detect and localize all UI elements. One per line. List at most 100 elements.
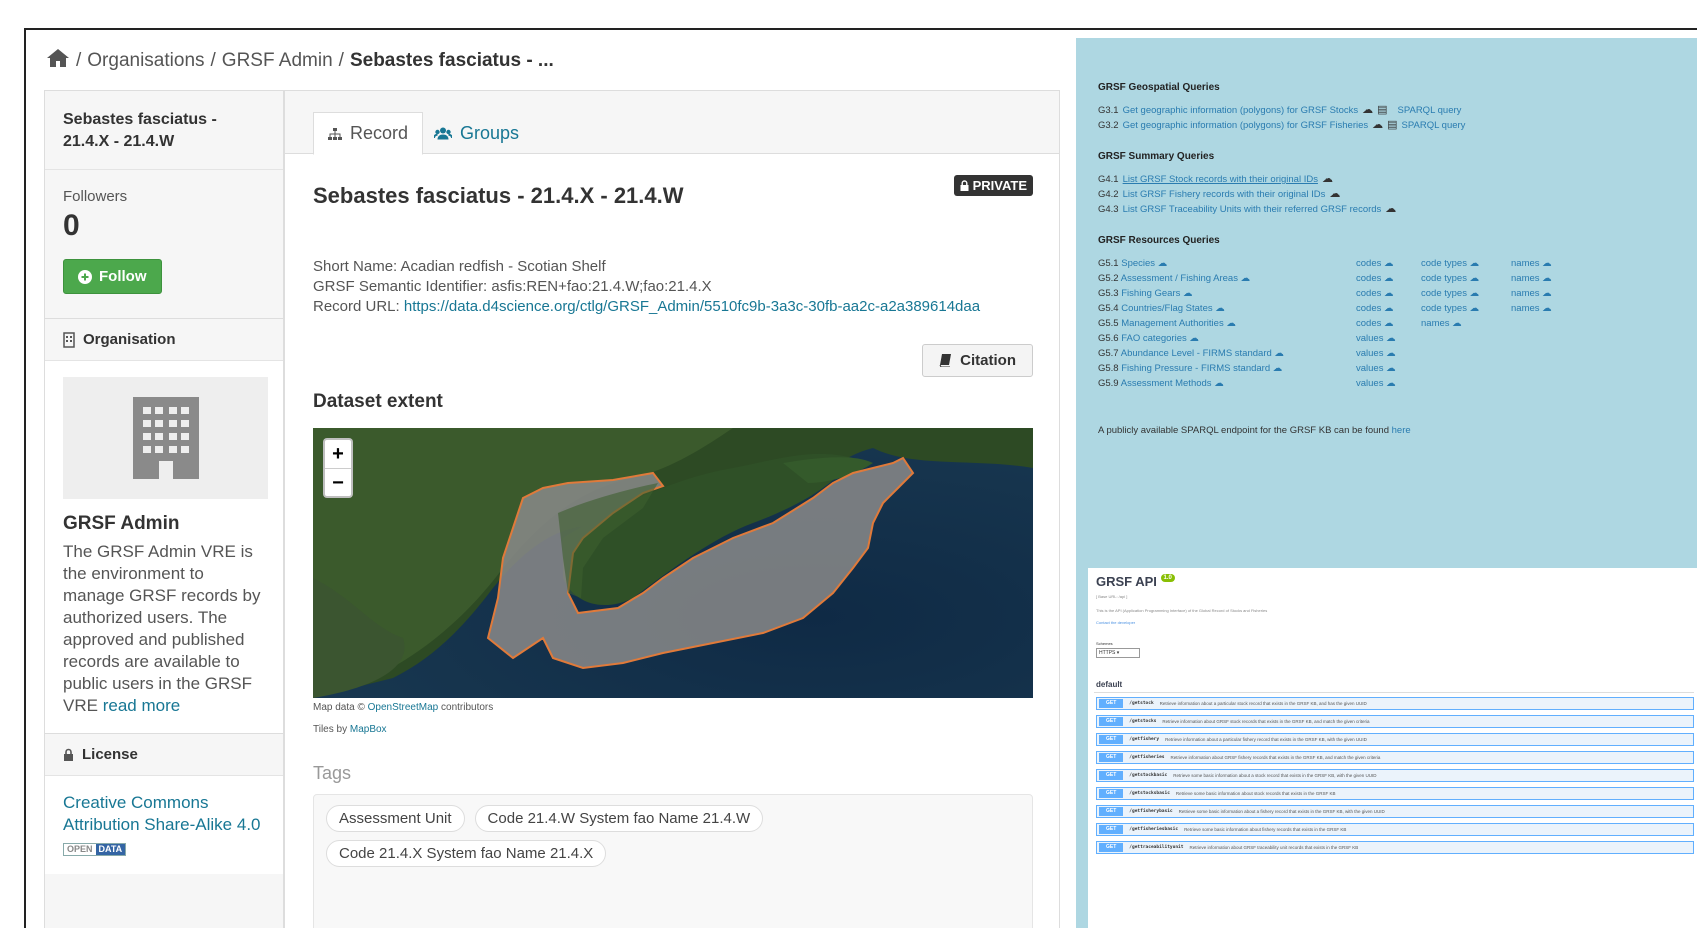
geospatial-queries-heading: GRSF Geospatial Queries xyxy=(1098,82,1220,93)
query-link[interactable]: List GRSF Stock records with their origi… xyxy=(1123,172,1318,187)
resource-code-types-link[interactable]: code types xyxy=(1421,273,1467,284)
resource-code-types-link[interactable]: code types xyxy=(1421,288,1467,299)
resource-link[interactable]: Assessment / Fishing Areas xyxy=(1121,273,1238,284)
api-operation[interactable]: GET/getfisherybasic Retrieve some basic i… xyxy=(1096,805,1694,818)
resource-row: G5.4 Countries/Flag States ☁ codes ☁ code … xyxy=(1098,303,1552,314)
resource-link[interactable]: Abundance Level - FIRMS standard xyxy=(1121,348,1272,359)
api-operation[interactable]: GET/getstock Retrieve information about a… xyxy=(1096,697,1694,710)
resource-names-link[interactable]: names xyxy=(1421,318,1450,329)
api-operation[interactable]: GET/getfisheriesbasic Retrieve some basic… xyxy=(1096,823,1694,836)
http-method-badge: GET xyxy=(1099,717,1124,726)
api-path: /getfisherybasic xyxy=(1129,809,1173,814)
sparql-query-link[interactable]: SPARQL query xyxy=(1398,103,1462,118)
resource-codes-link[interactable]: codes xyxy=(1356,258,1381,269)
tag-item[interactable]: Code 21.4.X System fao Name 21.4.X xyxy=(326,840,607,867)
api-operation[interactable]: GET/getfishery Retrieve information about… xyxy=(1096,733,1694,746)
private-badge-label: PRIVATE xyxy=(972,178,1027,193)
api-operation-desc: Retrieve information about a particular … xyxy=(1165,737,1367,742)
resource-codes-link[interactable]: codes xyxy=(1356,303,1381,314)
api-operation[interactable]: GET/getstocksbasic Retrieve some basic in… xyxy=(1096,787,1694,800)
resource-names-link[interactable]: names xyxy=(1511,273,1540,284)
sparql-endpoint-link[interactable]: here xyxy=(1392,425,1411,436)
resource-codes-link[interactable]: codes xyxy=(1356,273,1381,284)
organisation-description-text: The GRSF Admin VRE is the environment to… xyxy=(63,542,261,715)
api-operation[interactable]: GET/gettraceabilityunit Retrieve informat… xyxy=(1096,841,1694,854)
resource-values-link[interactable]: values xyxy=(1356,333,1383,344)
organisation-name[interactable]: GRSF Admin xyxy=(63,513,265,535)
queries-panel: GRSF Geospatial Queries G3.1 Get geograp… xyxy=(1076,38,1697,928)
map-attribution: Map data © OpenStreetMap contributors xyxy=(313,702,493,713)
http-method-badge: GET xyxy=(1099,843,1124,852)
zoom-in-button[interactable]: + xyxy=(325,440,351,468)
cloud-download-icon[interactable]: ☁ xyxy=(1385,202,1396,217)
resource-link[interactable]: FAO categories xyxy=(1121,333,1186,344)
query-row: G3.2 Get geographic information (polygon… xyxy=(1098,118,1697,133)
resource-row: G5.7 Abundance Level - FIRMS standard ☁ v… xyxy=(1098,348,1396,359)
tag-item[interactable]: Code 21.4.W System fao Name 21.4.W xyxy=(474,805,764,832)
resource-names-link[interactable]: names xyxy=(1511,258,1540,269)
cloud-download-icon[interactable]: ☁ xyxy=(1329,187,1340,202)
resource-link[interactable]: Assessment Methods xyxy=(1121,378,1212,389)
api-operation[interactable]: GET/getstocks Retrieve information about … xyxy=(1096,715,1694,728)
read-more-link[interactable]: read more xyxy=(103,696,180,715)
resource-link[interactable]: Fishing Pressure - FIRMS standard xyxy=(1121,363,1270,374)
organisation-section: GRSF Admin The GRSF Admin VRE is the env… xyxy=(45,361,283,733)
query-link[interactable]: List GRSF Traceability Units with their … xyxy=(1123,202,1382,217)
resource-names-link[interactable]: names xyxy=(1511,288,1540,299)
resource-values-link[interactable]: values xyxy=(1356,378,1383,389)
tag-item[interactable]: Assessment Unit xyxy=(326,805,465,832)
api-contact-link[interactable]: Contact the developer xyxy=(1096,620,1135,625)
record-url-row: Record URL: https://data.d4science.org/c… xyxy=(313,297,980,317)
cloud-download-icon[interactable]: ☁ xyxy=(1362,103,1373,118)
record-metadata: Short Name: Acadian redfish - Scotian Sh… xyxy=(313,257,980,317)
sparql-query-link[interactable]: SPARQL query xyxy=(1402,118,1466,133)
resource-link[interactable]: Species xyxy=(1121,258,1155,269)
document-icon[interactable]: ▤ xyxy=(1387,118,1397,133)
api-operation[interactable]: GET/getfisheries Retrieve information abo… xyxy=(1096,751,1694,764)
record-url-link[interactable]: https://data.d4science.org/ctlg/GRSF_Adm… xyxy=(404,298,980,315)
resource-codes-link[interactable]: codes xyxy=(1356,318,1381,329)
api-section-default[interactable]: default xyxy=(1096,680,1122,689)
resource-values-link[interactable]: values xyxy=(1356,348,1383,359)
resource-names-link[interactable]: names xyxy=(1511,303,1540,314)
zoom-out-button[interactable]: − xyxy=(325,468,351,496)
api-operation[interactable]: GET/getstockbasic Retrieve some basic inf… xyxy=(1096,769,1694,782)
breadcrumb-organisations[interactable]: Organisations xyxy=(87,50,204,72)
query-link[interactable]: List GRSF Fishery records with their ori… xyxy=(1123,187,1326,202)
license-heading: License xyxy=(45,733,283,776)
resource-row: G5.8 Fishing Pressure - FIRMS standard ☁… xyxy=(1098,363,1396,374)
license-link[interactable]: Creative Commons Attribution Share-Alike… xyxy=(63,793,261,834)
follow-button-label: Follow xyxy=(99,268,147,285)
openstreetmap-link[interactable]: OpenStreetMap xyxy=(368,702,439,713)
organisation-image[interactable] xyxy=(63,377,268,499)
resource-values-link[interactable]: values xyxy=(1356,363,1383,374)
dataset-extent-map[interactable]: + − xyxy=(313,428,1033,698)
resource-number: G5.2 xyxy=(1098,273,1119,284)
resource-codes-link[interactable]: codes xyxy=(1356,288,1381,299)
home-icon[interactable] xyxy=(46,48,70,74)
cloud-download-icon[interactable]: ☁ xyxy=(1322,172,1333,187)
lock-icon xyxy=(64,748,73,761)
resource-link[interactable]: Fishing Gears xyxy=(1121,288,1180,299)
mapbox-link[interactable]: MapBox xyxy=(350,724,387,735)
building-icon xyxy=(132,397,199,479)
tab-groups[interactable]: Groups xyxy=(420,112,533,155)
resource-link[interactable]: Management Authorities xyxy=(1121,318,1223,329)
tab-record[interactable]: Record xyxy=(313,112,424,155)
cloud-download-icon[interactable]: ☁ xyxy=(1372,118,1383,133)
open-data-badge[interactable]: OPEN DATA xyxy=(63,843,127,856)
follow-button[interactable]: Follow xyxy=(63,259,162,294)
query-link[interactable]: Get geographic information (polygons) fo… xyxy=(1123,118,1369,133)
api-version-badge: 1.0 xyxy=(1160,574,1175,582)
query-link[interactable]: Get geographic information (polygons) fo… xyxy=(1123,103,1359,118)
api-path: /getstocksbasic xyxy=(1129,791,1170,796)
resource-code-types-link[interactable]: code types xyxy=(1421,258,1467,269)
http-method-badge: GET xyxy=(1099,753,1124,762)
resource-code-types-link[interactable]: code types xyxy=(1421,303,1467,314)
breadcrumb-grsf-admin[interactable]: GRSF Admin xyxy=(222,50,333,72)
resource-link[interactable]: Countries/Flag States xyxy=(1121,303,1212,314)
document-icon[interactable]: ▤ xyxy=(1377,103,1387,118)
resource-number: G5.1 xyxy=(1098,258,1119,269)
scheme-select[interactable]: HTTPS ▾ xyxy=(1096,648,1140,658)
citation-button[interactable]: Citation xyxy=(922,344,1033,377)
